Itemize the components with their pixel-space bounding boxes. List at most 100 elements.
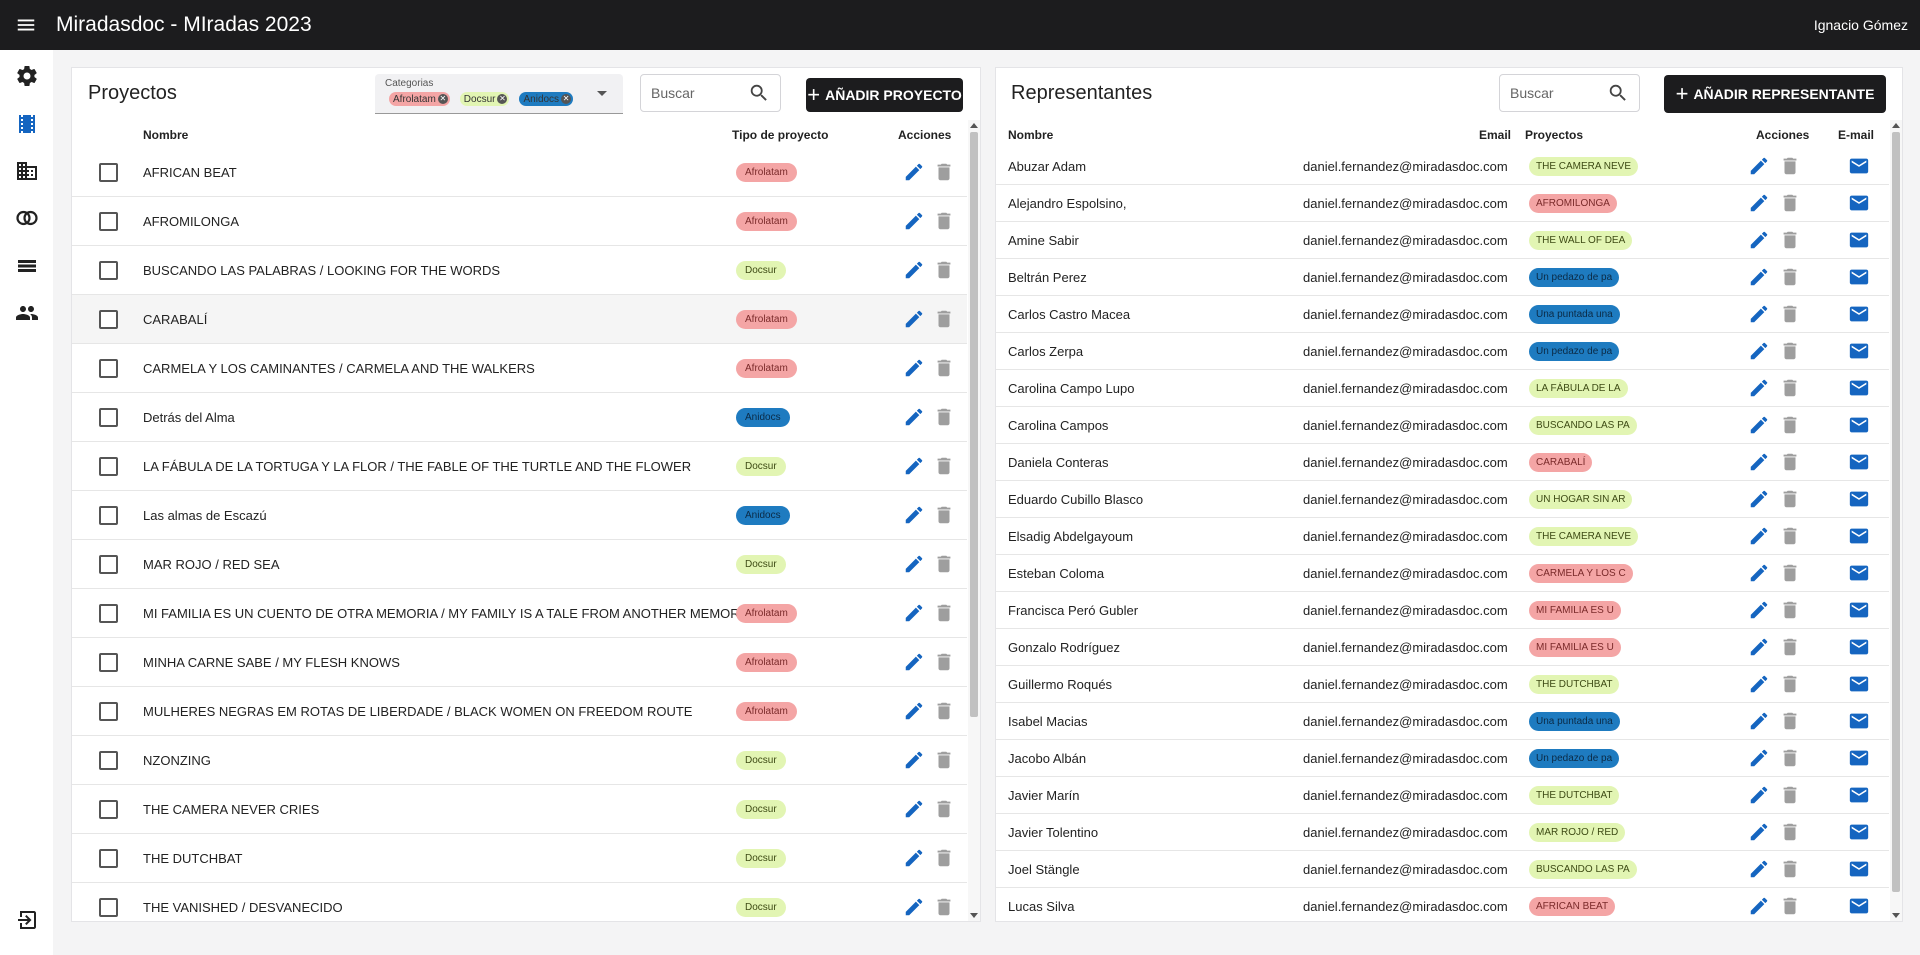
chip-remove-icon[interactable]: ✕ xyxy=(561,94,572,104)
representatives-search-input[interactable] xyxy=(1510,85,1607,101)
table-row[interactable]: Carolina Campo Lupo daniel.fernandez@mira… xyxy=(996,370,1889,407)
delete-icon[interactable] xyxy=(932,699,956,723)
delete-icon[interactable] xyxy=(932,307,956,331)
projects-scrollbar[interactable] xyxy=(968,120,980,921)
edit-icon[interactable] xyxy=(1747,450,1771,474)
row-checkbox[interactable] xyxy=(99,554,118,574)
mail-icon[interactable] xyxy=(1847,376,1871,400)
edit-icon[interactable] xyxy=(902,601,926,625)
mail-icon[interactable] xyxy=(1847,524,1871,548)
nav-item-lists[interactable] xyxy=(0,243,53,289)
projects-scroll-thumb[interactable] xyxy=(970,132,978,717)
table-row[interactable]: Isabel Macias daniel.fernandez@miradasdoc… xyxy=(996,703,1889,740)
delete-icon[interactable] xyxy=(932,846,956,870)
table-row[interactable]: Detrás del Alma Anidocs xyxy=(72,393,967,442)
mail-icon[interactable] xyxy=(1847,820,1871,844)
edit-icon[interactable] xyxy=(1747,413,1771,437)
delete-icon[interactable] xyxy=(1778,487,1802,511)
edit-icon[interactable] xyxy=(902,895,926,919)
edit-icon[interactable] xyxy=(902,748,926,772)
edit-icon[interactable] xyxy=(902,846,926,870)
projects-search-input[interactable] xyxy=(651,85,748,101)
delete-icon[interactable] xyxy=(1778,635,1802,659)
column-header-name[interactable]: Nombre xyxy=(143,128,188,142)
search-icon[interactable] xyxy=(1607,82,1629,104)
table-row[interactable]: Esteban Coloma daniel.fernandez@miradasdo… xyxy=(996,555,1889,592)
edit-icon[interactable] xyxy=(902,552,926,576)
table-row[interactable]: Lucas Silva daniel.fernandez@miradasdoc.c… xyxy=(996,888,1889,921)
delete-icon[interactable] xyxy=(932,895,956,919)
category-filter-select[interactable]: Categorias Afrolatam ✕ Docsur ✕ Anidocs ✕ xyxy=(375,74,623,114)
table-row[interactable]: Francisca Peró Gubler daniel.fernandez@mi… xyxy=(996,592,1889,629)
mail-icon[interactable] xyxy=(1847,894,1871,918)
delete-icon[interactable] xyxy=(1778,857,1802,881)
nav-item-settings[interactable] xyxy=(0,53,53,99)
table-row[interactable]: MULHERES NEGRAS EM ROTAS DE LIBERDADE / … xyxy=(72,687,967,736)
table-row[interactable]: MAR ROJO / RED SEA Docsur xyxy=(72,540,967,589)
table-row[interactable]: CARABALÍ Afrolatam xyxy=(72,295,967,344)
row-checkbox[interactable] xyxy=(99,309,118,329)
edit-icon[interactable] xyxy=(902,258,926,282)
edit-icon[interactable] xyxy=(902,797,926,821)
delete-icon[interactable] xyxy=(1778,894,1802,918)
representatives-scroll-thumb[interactable] xyxy=(1892,132,1900,892)
delete-icon[interactable] xyxy=(1778,450,1802,474)
delete-icon[interactable] xyxy=(1778,598,1802,622)
edit-icon[interactable] xyxy=(902,454,926,478)
table-row[interactable]: MI FAMILIA ES UN CUENTO DE OTRA MEMORIA … xyxy=(72,589,967,638)
row-checkbox[interactable] xyxy=(99,603,118,623)
delete-icon[interactable] xyxy=(1778,783,1802,807)
mail-icon[interactable] xyxy=(1847,783,1871,807)
delete-icon[interactable] xyxy=(1778,228,1802,252)
row-checkbox[interactable] xyxy=(99,799,118,819)
table-row[interactable]: Daniela Conteras daniel.fernandez@miradas… xyxy=(996,444,1889,481)
row-checkbox[interactable] xyxy=(99,162,118,182)
edit-icon[interactable] xyxy=(1747,857,1771,881)
nav-item-representatives[interactable] xyxy=(0,290,53,336)
representatives-scrollbar[interactable] xyxy=(1890,120,1902,921)
scroll-up-icon[interactable] xyxy=(970,123,978,128)
delete-icon[interactable] xyxy=(1778,265,1802,289)
table-row[interactable]: THE DUTCHBAT Docsur xyxy=(72,834,967,883)
delete-icon[interactable] xyxy=(932,160,956,184)
table-row[interactable]: Beltrán Perez daniel.fernandez@miradasdoc… xyxy=(996,259,1889,296)
mail-icon[interactable] xyxy=(1847,154,1871,178)
edit-icon[interactable] xyxy=(1747,598,1771,622)
column-header-type[interactable]: Tipo de proyecto xyxy=(732,128,828,142)
delete-icon[interactable] xyxy=(932,797,956,821)
mail-icon[interactable] xyxy=(1847,857,1871,881)
chevron-down-icon[interactable] xyxy=(597,91,607,96)
column-header-email[interactable]: Email xyxy=(1479,128,1511,142)
row-checkbox[interactable] xyxy=(99,505,118,525)
table-row[interactable]: THE CAMERA NEVER CRIES Docsur xyxy=(72,785,967,834)
add-representative-button[interactable]: + AÑADIR REPRESENTANTE xyxy=(1664,75,1886,113)
edit-icon[interactable] xyxy=(1747,154,1771,178)
delete-icon[interactable] xyxy=(932,552,956,576)
edit-icon[interactable] xyxy=(1747,783,1771,807)
delete-icon[interactable] xyxy=(1778,709,1802,733)
delete-icon[interactable] xyxy=(1778,154,1802,178)
mail-icon[interactable] xyxy=(1847,635,1871,659)
user-name[interactable]: Ignacio Gómez xyxy=(1814,17,1908,33)
delete-icon[interactable] xyxy=(1778,746,1802,770)
edit-icon[interactable] xyxy=(902,160,926,184)
row-checkbox[interactable] xyxy=(99,750,118,770)
table-row[interactable]: BUSCANDO LAS PALABRAS / LOOKING FOR THE … xyxy=(72,246,967,295)
mail-icon[interactable] xyxy=(1847,265,1871,289)
edit-icon[interactable] xyxy=(1747,191,1771,215)
mail-icon[interactable] xyxy=(1847,413,1871,437)
delete-icon[interactable] xyxy=(1778,820,1802,844)
edit-icon[interactable] xyxy=(1747,709,1771,733)
column-header-projects[interactable]: Proyectos xyxy=(1525,128,1583,142)
scroll-up-icon[interactable] xyxy=(1892,123,1900,128)
table-row[interactable]: Elsadig Abdelgayoum daniel.fernandez@mira… xyxy=(996,518,1889,555)
delete-icon[interactable] xyxy=(1778,376,1802,400)
table-row[interactable]: Gonzalo Rodríguez daniel.fernandez@mirada… xyxy=(996,629,1889,666)
row-checkbox[interactable] xyxy=(99,407,118,427)
delete-icon[interactable] xyxy=(1778,413,1802,437)
table-row[interactable]: Carlos Castro Macea daniel.fernandez@mira… xyxy=(996,296,1889,333)
table-row[interactable]: THE VANISHED / DESVANECIDO Docsur xyxy=(72,883,967,921)
mail-icon[interactable] xyxy=(1847,450,1871,474)
mail-icon[interactable] xyxy=(1847,709,1871,733)
row-checkbox[interactable] xyxy=(99,260,118,280)
